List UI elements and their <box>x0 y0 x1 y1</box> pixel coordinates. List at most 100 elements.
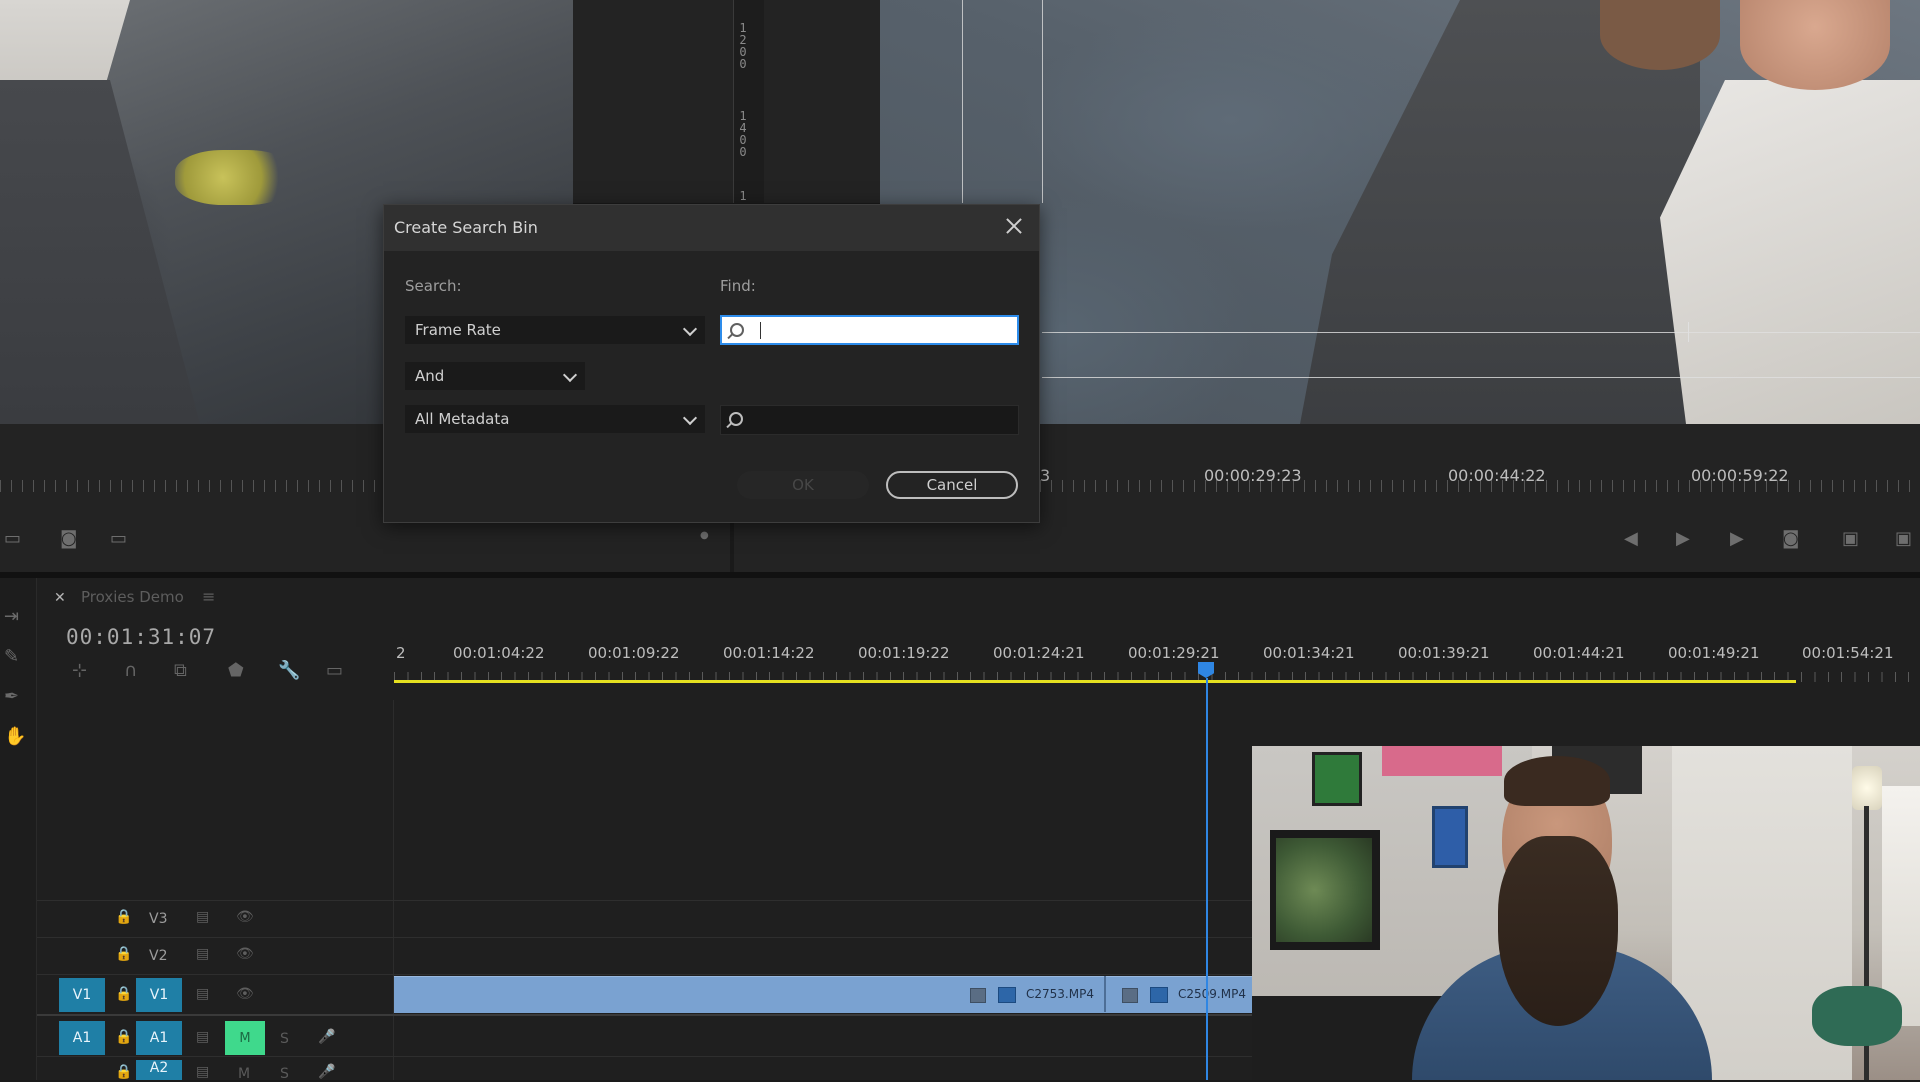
person-hair <box>1504 756 1610 806</box>
search-field-select-2[interactable]: All Metadata <box>405 405 705 433</box>
lock-icon[interactable]: 🔒 <box>115 1064 132 1080</box>
guide-line-vertical-2[interactable] <box>1042 0 1043 203</box>
eye-icon[interactable]: 👁 <box>236 909 254 925</box>
snap-icon[interactable]: ∩ <box>124 660 137 681</box>
close-icon[interactable] <box>1004 216 1024 236</box>
tools-panel: ⇥ ✎ ✒ ✋ <box>0 578 37 1080</box>
chevron-down-icon <box>682 321 698 337</box>
camera-icon[interactable]: ◙ <box>60 528 77 549</box>
tab-menu-icon[interactable]: ≡ <box>202 587 215 606</box>
lock-icon[interactable]: 🔒 <box>115 986 132 1002</box>
play-icon[interactable]: ▶ <box>1676 528 1690 549</box>
track-target-a1[interactable]: A1 <box>136 1021 182 1055</box>
playhead-line[interactable] <box>1206 678 1208 1080</box>
sync-lock-icon[interactable]: ▤ <box>196 986 209 1002</box>
guide-line-vertical-1[interactable] <box>962 0 963 203</box>
source-patch-a1[interactable]: A1 <box>59 1021 105 1055</box>
ruler-label: 00:01:34:21 <box>1263 644 1355 662</box>
guide-line-horizontal-2[interactable] <box>1042 377 1920 378</box>
source-monitor-dot-icon: ● <box>700 530 709 541</box>
ruler-label: 00:01:54:21 <box>1802 644 1894 662</box>
sync-lock-icon[interactable]: ▤ <box>196 909 209 925</box>
guide-line-horizontal-1[interactable] <box>1042 332 1920 333</box>
add-marker-icon[interactable]: ⬟ <box>228 660 244 681</box>
ripple-edit-icon[interactable]: ✎ <box>4 646 19 667</box>
source-vertical-ruler: 1200 1400 1 <box>733 0 764 203</box>
chevron-down-icon <box>562 367 578 383</box>
sync-lock-icon[interactable]: ▤ <box>196 1064 209 1080</box>
clip-name[interactable]: C2753.MP4 <box>1026 987 1094 1001</box>
nest-sequence-icon[interactable]: ⊹ <box>72 660 87 681</box>
vr-icon[interactable]: ▣ <box>1895 528 1912 549</box>
track-label-v2[interactable]: V2 <box>149 948 167 964</box>
wrench-icon[interactable]: 🔧 <box>278 660 300 681</box>
webcam-overlay <box>1252 746 1920 1080</box>
track-target-v1[interactable]: V1 <box>136 978 182 1012</box>
operator-value: And <box>415 367 445 385</box>
cancel-button[interactable]: Cancel <box>886 471 1018 499</box>
linked-selection-icon[interactable]: ⧉ <box>174 660 187 681</box>
ruler-label: 00:01:14:22 <box>723 644 815 662</box>
insert-icon[interactable]: ▭ <box>4 528 21 549</box>
close-tab-icon[interactable]: ✕ <box>54 590 66 606</box>
pen-icon[interactable]: ✒ <box>4 686 19 707</box>
comparison-view-icon[interactable]: ▣ <box>1842 528 1859 549</box>
work-area-bar[interactable] <box>394 680 1796 683</box>
captions-icon[interactable]: ▭ <box>326 660 343 681</box>
ruler-label: 00:01:04:22 <box>453 644 545 662</box>
lock-icon[interactable]: 🔒 <box>115 1029 132 1045</box>
green-frame <box>1312 752 1362 806</box>
dialog-titlebar[interactable]: Create Search Bin <box>384 205 1039 251</box>
blue-frame <box>1432 806 1468 868</box>
create-search-bin-dialog: Create Search Bin Search: Find: Frame Ra… <box>383 204 1040 523</box>
hand-icon[interactable]: ✋ <box>4 726 26 747</box>
sequence-tab[interactable]: Proxies Demo <box>81 588 184 606</box>
track-select-icon[interactable]: ⇥ <box>4 606 19 627</box>
eye-icon[interactable]: 👁 <box>236 946 254 962</box>
ok-button[interactable]: OK <box>737 471 869 499</box>
button-editor-icon[interactable]: ▭ <box>110 528 127 549</box>
pink-poster <box>1382 746 1502 776</box>
ruler-label-bottom: 1 <box>739 189 747 203</box>
source-boutonniere <box>175 150 295 205</box>
ruler-label-first: 2 <box>396 644 406 662</box>
lock-icon[interactable]: 🔒 <box>115 909 132 925</box>
fx-badge-icon[interactable] <box>970 988 986 1003</box>
sync-lock-icon[interactable]: ▤ <box>196 946 209 962</box>
find-input-2[interactable] <box>720 405 1019 435</box>
program-ruler-time-partial: 3 <box>1040 466 1051 485</box>
operator-select[interactable]: And <box>405 362 585 390</box>
lamp <box>1852 766 1882 810</box>
source-dark-area <box>573 0 880 203</box>
ruler-label: 00:01:09:22 <box>588 644 680 662</box>
microphone-icon[interactable]: 🎤 <box>318 1029 335 1045</box>
microphone-icon[interactable]: 🎤 <box>318 1064 335 1080</box>
program-ruler-time-1: 00:00:29:23 <box>1204 466 1302 485</box>
proxy-clip-icon <box>998 987 1016 1003</box>
step-back-icon[interactable]: ◀ <box>1624 528 1638 549</box>
source-mini-ruler[interactable] <box>0 480 380 492</box>
playhead-timecode[interactable]: 00:01:31:07 <box>66 625 216 649</box>
eye-icon[interactable]: 👁 <box>236 986 254 1002</box>
clip-edit-point[interactable] <box>1104 976 1106 1012</box>
mute-button-a1[interactable]: M <box>225 1021 265 1055</box>
lock-icon[interactable]: 🔒 <box>115 946 132 962</box>
source-patch-v1[interactable]: V1 <box>59 978 105 1012</box>
search-field-select-1[interactable]: Frame Rate <box>405 316 705 344</box>
track-target-a2[interactable]: A2 <box>136 1060 182 1080</box>
step-forward-icon[interactable]: ▶ <box>1730 528 1744 549</box>
solo-button-a1[interactable]: S <box>280 1031 289 1047</box>
fx-badge-icon[interactable] <box>1122 988 1138 1003</box>
monitor-wallpaper <box>1276 838 1372 942</box>
pillow <box>1812 986 1902 1046</box>
find-label: Find: <box>720 277 756 295</box>
search-field-value-2: All Metadata <box>415 410 510 428</box>
clip-name[interactable]: C2509.MP4 <box>1178 987 1246 1001</box>
sync-lock-icon[interactable]: ▤ <box>196 1029 209 1045</box>
ruler-label: 00:01:44:21 <box>1533 644 1625 662</box>
track-label-v3[interactable]: V3 <box>149 911 167 927</box>
find-input-1[interactable] <box>720 315 1019 345</box>
export-frame-icon[interactable]: ◙ <box>1782 528 1799 549</box>
text-caret <box>760 322 761 339</box>
ruler-label-1200: 1200 <box>739 21 747 71</box>
